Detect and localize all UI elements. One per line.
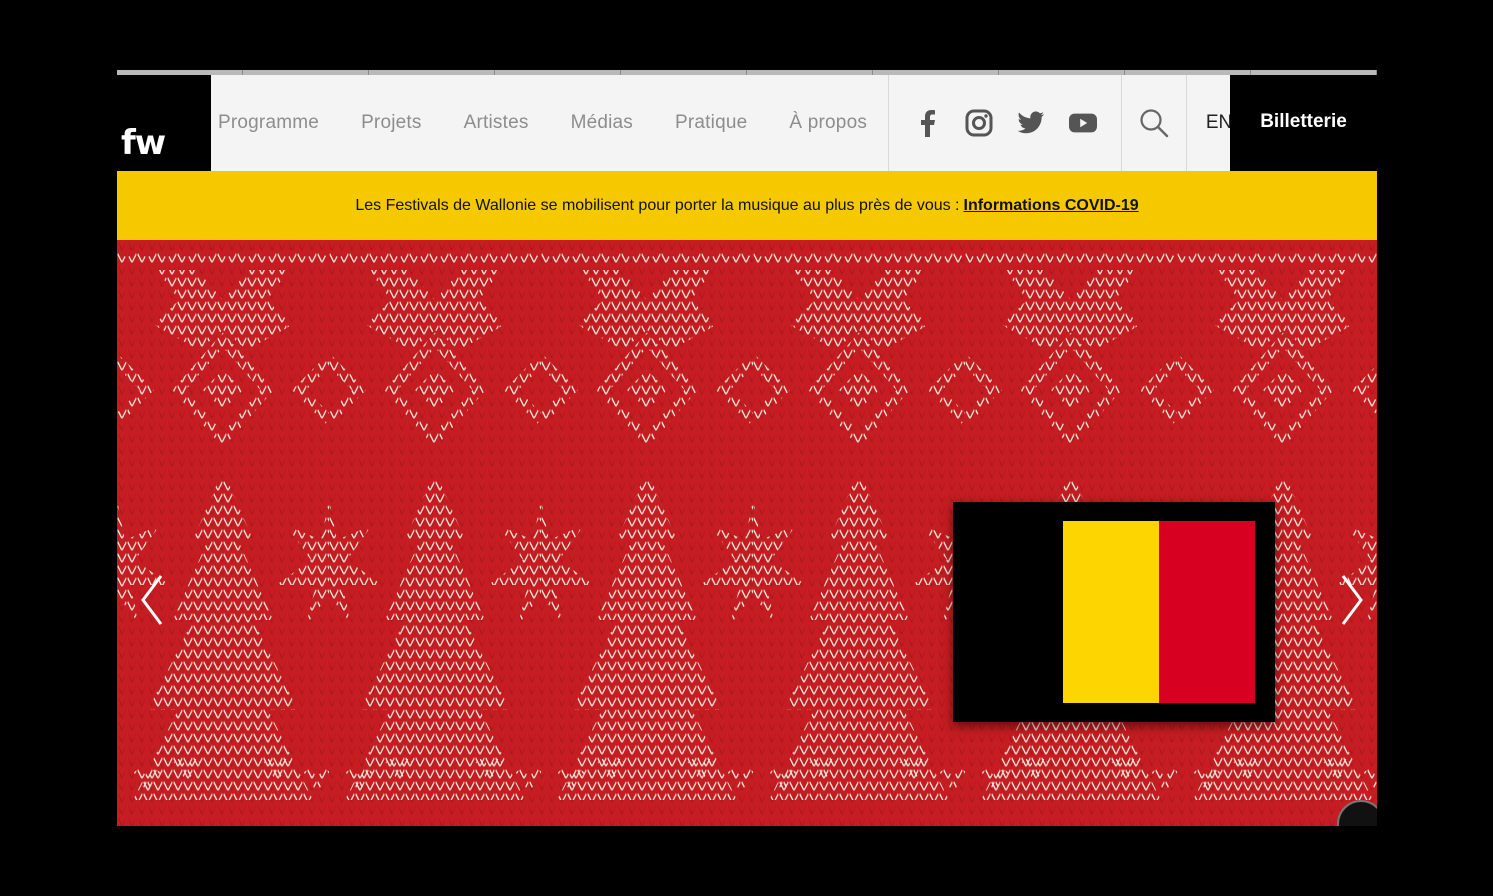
flag-yellow-stripe [1063, 521, 1159, 703]
hero-slider [117, 240, 1377, 826]
nav-a-propos[interactable]: À propos [789, 112, 867, 134]
covid-info-link[interactable]: Informations COVID-19 [964, 197, 1139, 215]
instagram-icon[interactable] [965, 109, 993, 137]
belgian-flag [1063, 521, 1255, 703]
covid-banner: Les Festivals de Wallonie se mobilisent … [117, 171, 1377, 240]
twitter-icon[interactable] [1017, 109, 1045, 137]
main-nav: Programme Projets Artistes Médias Pratiq… [197, 75, 888, 171]
logo-text: fw [121, 123, 166, 163]
nav-programme[interactable]: Programme [218, 112, 319, 134]
youtube-icon[interactable] [1069, 109, 1098, 137]
banner-text: Les Festivals de Wallonie se mobilisent … [355, 196, 960, 214]
slider-next-button[interactable] [1337, 570, 1367, 630]
site-header: fw Programme Projets Artistes Médias Pra… [117, 75, 1377, 171]
social-links [889, 75, 1121, 171]
search-icon [1140, 109, 1169, 138]
nav-pratique[interactable]: Pratique [675, 112, 747, 134]
nav-medias[interactable]: Médias [571, 112, 633, 134]
search-button[interactable] [1122, 75, 1186, 171]
browser-viewport: fw Programme Projets Artistes Médias Pra… [117, 70, 1377, 826]
chevron-left-icon [141, 575, 163, 625]
chevron-right-icon [1341, 575, 1363, 625]
facebook-icon[interactable] [913, 109, 941, 137]
nav-artistes[interactable]: Artistes [464, 112, 529, 134]
slider-prev-button[interactable] [137, 570, 167, 630]
flag-red-stripe [1159, 521, 1255, 703]
billetterie-button[interactable]: Billetterie [1230, 75, 1377, 171]
nav-projets[interactable]: Projets [361, 112, 422, 134]
belgian-flag-overlay [953, 502, 1275, 722]
